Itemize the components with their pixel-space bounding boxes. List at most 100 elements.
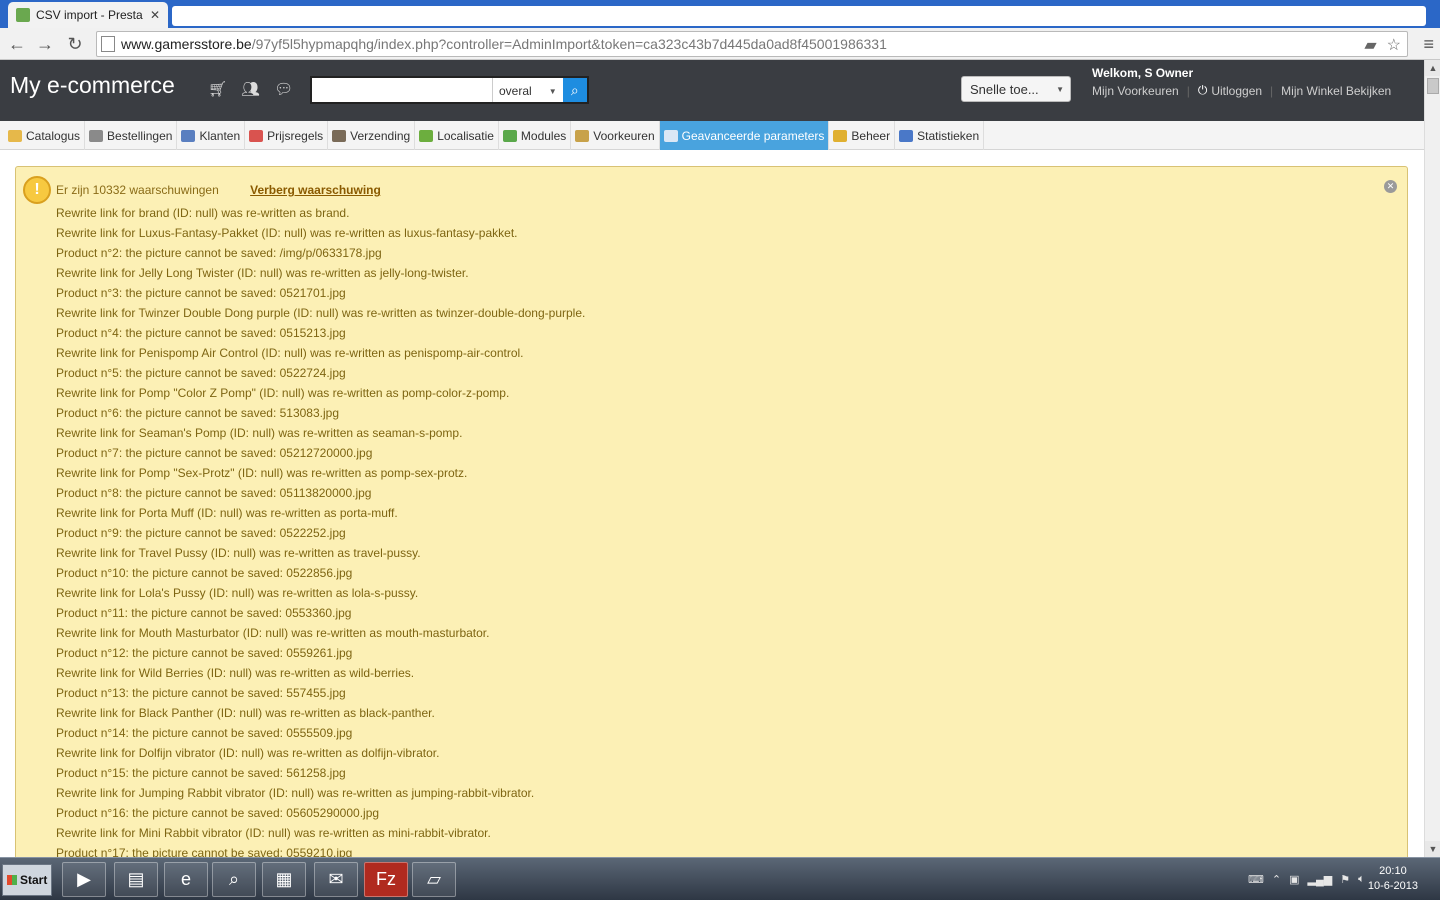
warning-item: Rewrite link for Pomp "Sex-Protz" (ID: n…	[56, 466, 468, 480]
close-tab-icon[interactable]: ✕	[150, 8, 160, 22]
warning-box: ! ✕ Er zijn 10332 waarschuwingen Verberg…	[15, 166, 1408, 857]
folder-icon	[8, 129, 22, 142]
search-icon: ⌕	[570, 82, 579, 98]
warning-item: Product n°2: the picture cannot be saved…	[56, 246, 382, 260]
clock[interactable]: 20:10 10-6-2013	[1368, 864, 1418, 894]
preferences-icon	[575, 129, 590, 142]
app-window-icon[interactable]: ▱	[412, 862, 456, 897]
page-icon	[101, 36, 115, 52]
filezilla-icon[interactable]: Fz	[364, 862, 408, 897]
messages-icon[interactable]: 💬︎	[274, 80, 293, 98]
reload-icon[interactable]: ↻	[64, 33, 86, 55]
start-button[interactable]: Start	[2, 864, 52, 896]
forward-arrow-icon[interactable]: →	[34, 33, 56, 55]
browser-menu-icon[interactable]: ≡	[1423, 34, 1434, 55]
close-icon[interactable]: ✕	[1384, 180, 1397, 193]
translate-icon[interactable]: ▰	[1364, 35, 1376, 55]
scroll-thumb[interactable]	[1427, 78, 1439, 94]
menu-item-statistieken[interactable]: Statistieken	[895, 121, 985, 150]
scroll-up-icon[interactable]: ▲	[1425, 60, 1440, 76]
warning-item: Rewrite link for Lola's Pussy (ID: null)…	[56, 586, 419, 600]
warning-item: Product n°15: the picture cannot be save…	[56, 766, 346, 780]
search-input[interactable]	[312, 78, 492, 102]
warning-item: Rewrite link for Dolfijn vibrator (ID: n…	[56, 746, 440, 760]
media-player-icon[interactable]: ▶	[62, 862, 106, 897]
calculator-icon[interactable]: ▦	[262, 862, 306, 897]
menu-item-modules[interactable]: Modules	[499, 121, 572, 150]
welcome-text: Welkom, S Owner	[1092, 66, 1194, 80]
keyboard-icon[interactable]: ⌨	[1248, 873, 1264, 886]
tab-title: CSV import - Presta	[36, 8, 143, 22]
menu-item-localisatie[interactable]: Localisatie	[415, 121, 499, 150]
chevron-down-icon: ▼	[548, 87, 557, 96]
volume-icon[interactable]: 🔈︎	[1358, 873, 1365, 886]
warning-header: Er zijn 10332 waarschuwingen Verberg waa…	[56, 183, 381, 197]
globe-icon	[419, 129, 434, 142]
menu-item-catalogus[interactable]: Catalogus	[4, 121, 86, 150]
warning-item: Rewrite link for Twinzer Double Dong pur…	[56, 306, 586, 320]
menu-item-bestellingen[interactable]: Bestellingen	[85, 121, 178, 150]
device-icon[interactable]: ▣	[1289, 873, 1299, 886]
menu-item-geavanceerde-parameters[interactable]: Geavanceerde parameters	[659, 121, 830, 150]
cart-icon[interactable]: 🛒︎	[208, 80, 227, 98]
menu-item-prijsregels[interactable]: Prijsregels	[245, 121, 329, 150]
warning-item: Rewrite link for Luxus-Fantasy-Pakket (I…	[56, 226, 518, 240]
warning-item: Product n°9: the picture cannot be saved…	[56, 526, 346, 540]
page-scrollbar[interactable]: ▲ ▼	[1424, 60, 1440, 857]
separator: |	[1186, 83, 1190, 98]
admin-main-menu: Catalogus Bestellingen Klanten Prijsrege…	[0, 121, 1424, 150]
address-bar[interactable]: www.gamersstore.be/97yf5l5hypmapqhg/inde…	[96, 31, 1408, 57]
warning-list: Rewrite link for brand (ID: null) was re…	[56, 203, 585, 857]
new-tab-area[interactable]	[172, 6, 1426, 26]
warning-icon: !	[23, 176, 51, 204]
my-preferences-link[interactable]: Mijn Voorkeuren	[1092, 84, 1179, 98]
scroll-down-icon[interactable]: ▼	[1425, 841, 1440, 857]
file-explorer-icon[interactable]: ▤	[114, 862, 158, 897]
menu-item-klanten[interactable]: Klanten	[177, 121, 246, 150]
chevron-down-icon: ▼	[1056, 85, 1064, 94]
browser-tab[interactable]: CSV import - Presta ✕	[8, 2, 168, 28]
warning-item: Rewrite link for Porta Muff (ID: null) w…	[56, 506, 398, 520]
warning-item: Product n°13: the picture cannot be save…	[56, 686, 346, 700]
back-arrow-icon[interactable]: ←	[6, 33, 28, 55]
quick-access-select[interactable]: Snelle toe... ▼	[961, 76, 1071, 102]
wrench-icon	[663, 129, 678, 142]
logout-link[interactable]: Uitloggen	[1211, 84, 1262, 98]
menu-item-voorkeuren[interactable]: Voorkeuren	[571, 121, 660, 150]
bookmark-star-icon[interactable]: ☆	[1387, 35, 1401, 55]
network-icon[interactable]: ▂▄▆	[1308, 873, 1333, 886]
warning-item: Product n°10: the picture cannot be save…	[56, 566, 353, 580]
warning-item: Product n°7: the picture cannot be saved…	[56, 446, 373, 460]
menu-item-beheer[interactable]: Beheer	[829, 121, 896, 150]
action-center-flag-icon[interactable]: ⚑	[1340, 873, 1350, 886]
windows-logo-icon	[7, 875, 17, 885]
view-shop-link[interactable]: Mijn Winkel Bekijken	[1281, 84, 1391, 98]
warning-item: Rewrite link for Mouth Masturbator (ID: …	[56, 626, 490, 640]
admin-header: My e-commerce 🛒︎ 👥︎ 💬︎ overal ▼ ⌕ Snelle…	[0, 60, 1424, 121]
search-scope-select[interactable]: overal ▼	[492, 78, 563, 102]
customers-icon[interactable]: 👥︎	[241, 80, 260, 98]
bar-chart-icon	[899, 129, 914, 142]
warning-item: Product n°17: the picture cannot be save…	[56, 846, 353, 857]
warning-item: Rewrite link for Black Panther (ID: null…	[56, 706, 435, 720]
warning-item: Product n°12: the picture cannot be save…	[56, 646, 353, 660]
browser-tab-strip: CSV import - Presta ✕	[0, 0, 1440, 28]
shop-brand[interactable]: My e-commerce	[10, 72, 175, 99]
show-hidden-icons-icon[interactable]: ⌃	[1272, 873, 1281, 886]
menu-item-verzending[interactable]: Verzending	[328, 121, 416, 150]
prestashop-favicon-icon	[16, 8, 30, 22]
search-button[interactable]: ⌕	[562, 78, 587, 102]
cart-icon	[89, 129, 104, 142]
clock-date: 10-6-2013	[1367, 880, 1418, 892]
thunderbird-icon[interactable]: ✉	[314, 862, 358, 897]
header-notifications: 🛒︎ 👥︎ 💬︎	[208, 80, 293, 98]
magnifier-icon[interactable]: ⌕	[212, 862, 256, 897]
warning-item: Rewrite link for Jumping Rabbit vibrator…	[56, 786, 535, 800]
warning-item: Product n°4: the picture cannot be saved…	[56, 326, 346, 340]
warning-item: Product n°3: the picture cannot be saved…	[56, 286, 346, 300]
hide-warnings-link[interactable]: Verberg waarschuwing	[250, 183, 381, 197]
warning-item: Rewrite link for Seaman's Pomp (ID: null…	[56, 426, 463, 440]
warning-item: Rewrite link for Jelly Long Twister (ID:…	[56, 266, 469, 280]
url-text[interactable]: www.gamersstore.be/97yf5l5hypmapqhg/inde…	[121, 36, 887, 52]
internet-explorer-icon[interactable]: e	[164, 862, 208, 897]
